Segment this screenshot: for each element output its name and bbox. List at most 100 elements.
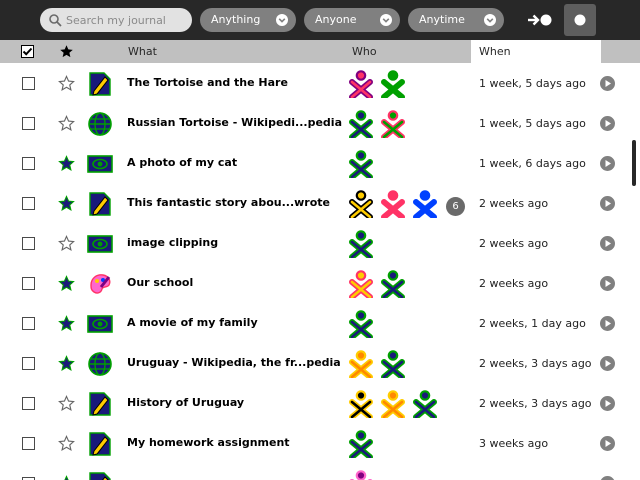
filter-who-combo[interactable]: Anyone: [304, 8, 400, 32]
paint-icon[interactable]: [87, 271, 113, 297]
resume-play-icon[interactable]: [600, 76, 615, 91]
send-to-device-button[interactable]: [524, 4, 556, 36]
favorite-star-filled-icon[interactable]: [58, 475, 75, 480]
write-document-icon[interactable]: [87, 191, 113, 217]
favorite-star-icon[interactable]: [58, 75, 75, 92]
favorite-star-icon[interactable]: [58, 395, 75, 412]
resume-play-icon[interactable]: [600, 236, 615, 251]
table-row[interactable]: A movie of my family 2 weeks, 1 day ago: [0, 303, 632, 343]
favorite-star-icon[interactable]: [58, 435, 75, 452]
buddy-xo-icon: [348, 310, 374, 340]
filter-what-combo[interactable]: Anything: [200, 8, 296, 32]
row-checkbox[interactable]: [22, 277, 35, 290]
favorite-star-filled-icon[interactable]: [58, 275, 75, 292]
entry-title[interactable]: Russian Tortoise - Wikipedi...pedia: [127, 116, 342, 129]
table-row[interactable]: History of Uruguay 2 weeks, 3 days ago: [0, 383, 632, 423]
buddy-xo-icon: [380, 350, 406, 380]
star-header-icon[interactable]: [59, 44, 74, 59]
table-row[interactable]: image clipping 2 weeks ago: [0, 223, 632, 263]
resume-play-icon[interactable]: [600, 196, 615, 211]
journal-list: The Tortoise and the Hare 1 week, 5 days …: [0, 63, 632, 480]
table-row[interactable]: Our school 2 weeks ago: [0, 263, 632, 303]
table-row[interactable]: Russian Tortoise - Wikipedi...pedia 1 wee…: [0, 103, 632, 143]
filter-when-combo[interactable]: Anytime: [408, 8, 504, 32]
buddy-xo-icon: [380, 190, 406, 220]
journal-view-button[interactable]: [564, 4, 596, 36]
resume-play-icon[interactable]: [600, 316, 615, 331]
favorite-star-icon[interactable]: [58, 115, 75, 132]
entry-title[interactable]: History of Uruguay: [127, 396, 244, 409]
entry-date: 1 week, 6 days ago: [479, 157, 586, 170]
scrollbar[interactable]: [632, 140, 636, 186]
row-checkbox[interactable]: [22, 197, 35, 210]
table-row[interactable]: [0, 463, 632, 480]
resume-play-icon[interactable]: [600, 476, 615, 480]
row-checkbox[interactable]: [22, 437, 35, 450]
row-checkbox[interactable]: [22, 237, 35, 250]
chevron-down-icon: [484, 14, 496, 26]
buddy-xo-icon: [412, 390, 438, 420]
entry-title[interactable]: Uruguay - Wikipedia, the fr...pedia: [127, 356, 341, 369]
favorite-star-filled-icon[interactable]: [58, 195, 75, 212]
favorite-star-icon[interactable]: [58, 235, 75, 252]
table-row[interactable]: My homework assignment 3 weeks ago: [0, 423, 632, 463]
row-checkbox[interactable]: [22, 397, 35, 410]
table-row[interactable]: This fantastic story abou...wrote 6 2 week…: [0, 183, 632, 223]
image-viewer-icon[interactable]: [87, 151, 113, 177]
buddy-xo-icon: [348, 470, 374, 480]
entry-date: 1 week, 5 days ago: [479, 117, 586, 130]
search-icon: [49, 14, 62, 27]
entry-title[interactable]: This fantastic story abou...wrote: [127, 196, 330, 209]
search-input[interactable]: [66, 11, 186, 29]
resume-play-icon[interactable]: [600, 436, 615, 451]
buddy-xo-icon: [348, 190, 374, 220]
video-icon[interactable]: [87, 311, 113, 337]
row-checkbox[interactable]: [22, 157, 35, 170]
search-box[interactable]: [40, 8, 192, 32]
entry-title[interactable]: The Tortoise and the Hare: [127, 76, 288, 89]
chevron-down-icon: [380, 14, 392, 26]
write-document-icon[interactable]: [87, 391, 113, 417]
header-who[interactable]: Who: [352, 40, 377, 63]
entry-date: 2 weeks, 1 day ago: [479, 317, 586, 330]
buddy-xo-icon: [380, 390, 406, 420]
header-what[interactable]: What: [128, 40, 157, 63]
entry-title[interactable]: A photo of my cat: [127, 156, 237, 169]
favorite-star-filled-icon[interactable]: [58, 315, 75, 332]
write-document-icon[interactable]: [87, 431, 113, 457]
row-checkbox[interactable]: [22, 77, 35, 90]
table-row[interactable]: A photo of my cat 1 week, 6 days ago: [0, 143, 632, 183]
buddy-xo-icon: [412, 190, 438, 220]
browse-globe-icon[interactable]: [87, 111, 113, 137]
buddy-xo-icon: [348, 430, 374, 460]
entry-title[interactable]: A movie of my family: [127, 316, 258, 329]
select-all-checkbox[interactable]: [21, 45, 34, 58]
resume-play-icon[interactable]: [600, 116, 615, 131]
filter-who-label: Anyone: [315, 13, 357, 26]
favorite-star-filled-icon[interactable]: [58, 155, 75, 172]
resume-play-icon[interactable]: [600, 156, 615, 171]
header-when[interactable]: When: [471, 40, 601, 63]
buddy-xo-icon: [348, 350, 374, 380]
resume-play-icon[interactable]: [600, 356, 615, 371]
send-to-device-icon: [528, 14, 552, 26]
favorite-star-filled-icon[interactable]: [58, 355, 75, 372]
row-checkbox[interactable]: [22, 317, 35, 330]
buddy-xo-icon: [380, 110, 406, 140]
filter-what-label: Anything: [211, 13, 261, 26]
entry-title[interactable]: My homework assignment: [127, 436, 290, 449]
write-document-icon[interactable]: [87, 471, 113, 480]
table-row[interactable]: Uruguay - Wikipedia, the fr...pedia 2 wee…: [0, 343, 632, 383]
entry-date: 2 weeks, 3 days ago: [479, 357, 592, 370]
resume-play-icon[interactable]: [600, 396, 615, 411]
row-checkbox[interactable]: [22, 357, 35, 370]
resume-play-icon[interactable]: [600, 276, 615, 291]
entry-title[interactable]: Our school: [127, 276, 193, 289]
image-viewer-icon[interactable]: [87, 231, 113, 257]
write-document-icon[interactable]: [87, 71, 113, 97]
list-header: What Who When: [0, 40, 640, 63]
row-checkbox[interactable]: [22, 117, 35, 130]
entry-title[interactable]: image clipping: [127, 236, 218, 249]
browse-globe-icon[interactable]: [87, 351, 113, 377]
table-row[interactable]: The Tortoise and the Hare 1 week, 5 days …: [0, 63, 632, 103]
